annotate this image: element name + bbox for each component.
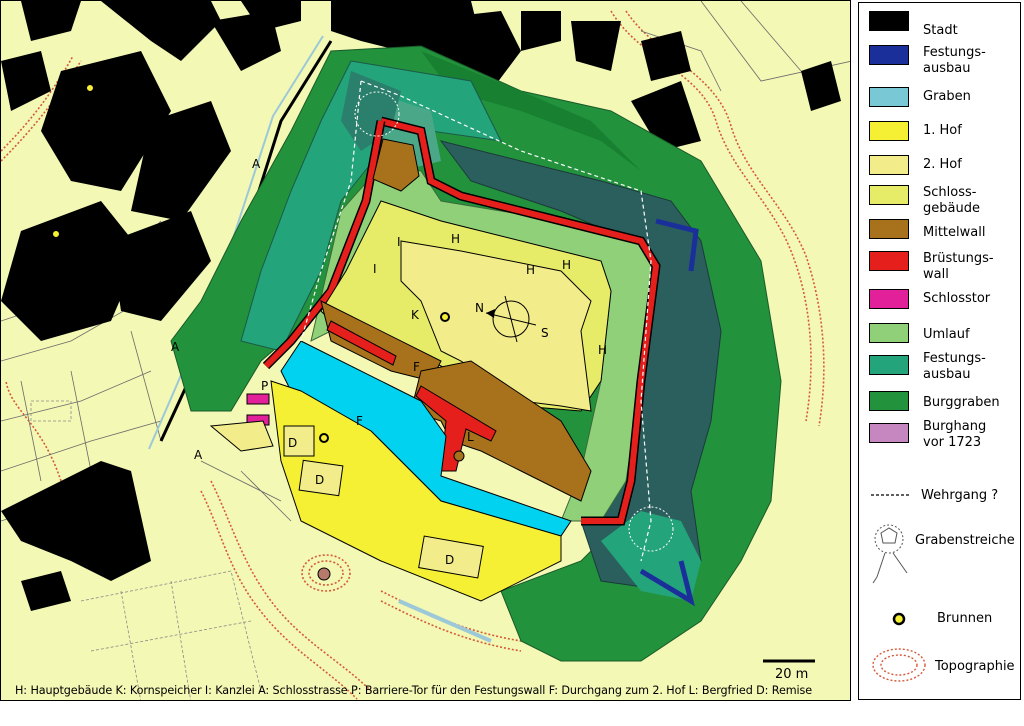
legend-swatch [869,45,909,65]
legend-swatch [869,251,909,271]
castle-map: N S H H H H I I K A A A P F F L D D D 20… [0,0,851,701]
brunnen-label: Brunnen [937,611,993,626]
bergfried-well [453,450,465,462]
label-h2: H [562,258,571,272]
label-d3: D [445,553,454,567]
legend-label: Umlauf [923,327,970,342]
well-city-1 [85,83,95,93]
scale-label: 20 m [775,667,808,682]
label-h3: H [526,263,535,277]
legend-label: Mittelwall [923,225,986,240]
label-i1: I [397,235,401,249]
legend-label: 1. Hof [923,123,962,138]
legend-swatch [869,121,909,141]
topographie-symbol [872,648,926,682]
label-a1: A [252,157,261,171]
south-label: S [541,326,549,340]
label-i2: I [373,262,377,276]
wehrgang-label: Wehrgang ? [921,488,999,503]
legend-swatch [869,289,909,309]
legend-label: 2. Hof [923,157,962,172]
legend-swatch [869,87,909,107]
grabenstreiche-symbol [872,524,908,584]
legend-label: Schloss- gebäude [923,185,980,216]
legend-panel: Stadt Festungs- ausbau Graben 1. Hof 2. … [858,2,1021,700]
legend-swatch [869,185,909,205]
label-f1: F [413,360,420,374]
schlosstor-1 [246,393,270,405]
label-l: L [467,430,474,444]
grabenstreiche-label: Grabenstreiche [915,533,1015,548]
brunnen-symbol [892,612,906,626]
well-city-2 [51,229,61,239]
legend-swatch [869,11,909,31]
label-p: P [261,379,268,393]
legend-label: Graben [923,89,971,104]
legend-label: Festungs- ausbau [923,45,986,76]
legend-label: Brüstungs- wall [923,251,994,282]
map-caption: H: Hauptgebäude K: Kornspeicher I: Kanzl… [15,684,813,697]
topographie-label: Topographie [935,659,1015,674]
legend-label: Schlosstor [923,291,991,306]
legend-label: Burggraben [923,395,1000,410]
legend-label: Stadt [923,23,958,38]
legend-swatch [869,323,909,343]
well-hof-1 [319,433,329,443]
label-a3: A [194,448,203,462]
legend-swatch [869,423,909,443]
topo-knoll [317,567,331,581]
label-d1: D [288,436,297,450]
label-d2: D [315,473,324,487]
legend-swatch [869,391,909,411]
legend-swatch [869,155,909,175]
label-a2: A [171,340,180,354]
legend-swatch [869,355,909,375]
north-label: N [475,301,484,315]
legend-symbols [871,494,926,682]
legend-label: Burghang vor 1723 [923,419,987,450]
label-h4: H [598,343,607,357]
well-kornspeicher [440,312,450,322]
label-k: K [411,308,420,322]
legend-swatch [869,219,909,239]
legend-label: Festungs- ausbau [923,351,986,382]
label-f2: F [356,414,363,428]
map-svg: N S H H H H I I K A A A P F F L D D D 20… [1,1,850,700]
label-h1: H [451,232,460,246]
